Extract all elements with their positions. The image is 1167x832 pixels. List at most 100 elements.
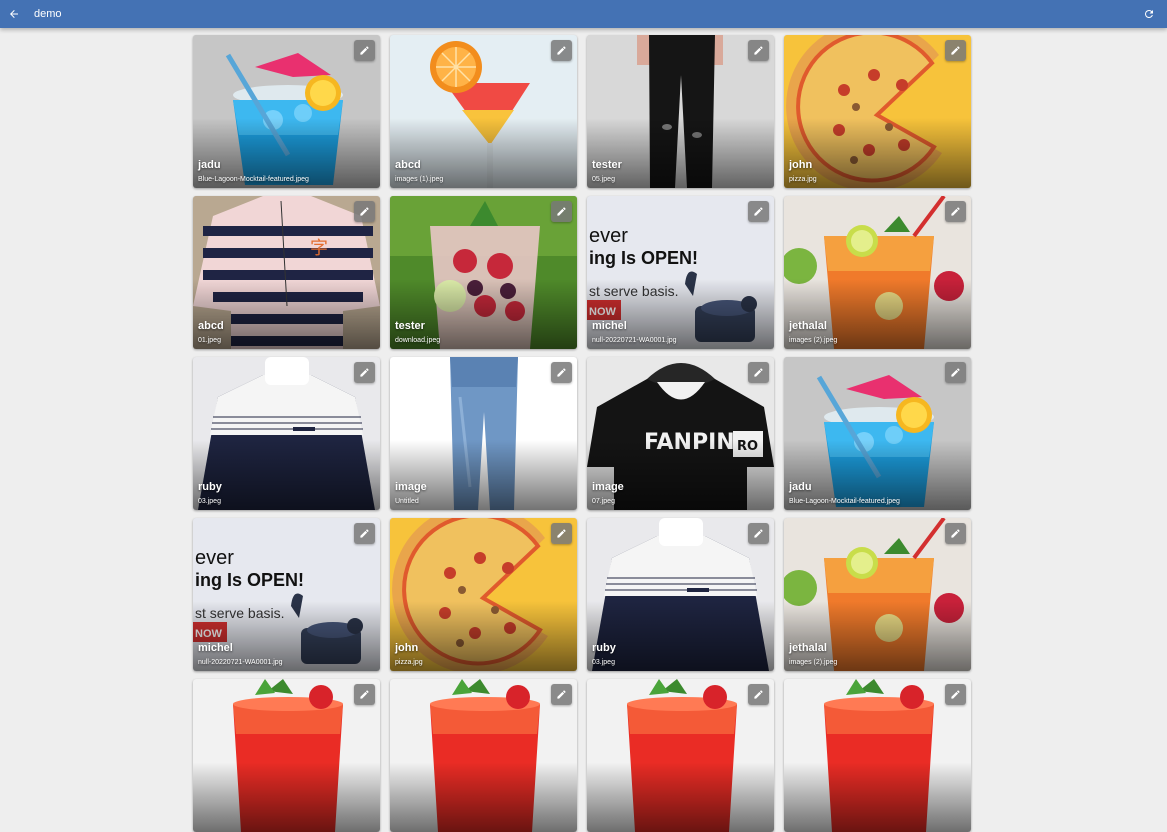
- pencil-icon: [557, 690, 566, 699]
- svg-text:ing Is OPEN!: ing Is OPEN!: [589, 248, 698, 268]
- back-button[interactable]: [2, 0, 26, 28]
- edit-button[interactable]: [748, 201, 769, 222]
- refresh-button[interactable]: [1139, 0, 1159, 28]
- image-card-2[interactable]: abcd images (1).jpeg: [390, 35, 577, 188]
- edit-button[interactable]: [748, 523, 769, 544]
- card-title: jadu: [789, 481, 812, 493]
- image-card-10[interactable]: image Untitled: [390, 357, 577, 510]
- card-title: image: [395, 481, 427, 493]
- edit-button[interactable]: [354, 684, 375, 705]
- image-card-4[interactable]: john pizza.jpg: [784, 35, 971, 188]
- card-filename: images (1).jpeg: [395, 176, 444, 183]
- card-title: abcd: [198, 320, 224, 332]
- pencil-icon: [360, 207, 369, 216]
- image-grid: jadu Blue-Lagoon-Mocktail-featured.jpeg …: [193, 35, 971, 832]
- edit-button[interactable]: [551, 362, 572, 383]
- caption-gradient: [193, 440, 380, 510]
- card-title: michel: [592, 320, 627, 332]
- image-card-14[interactable]: john pizza.jpg: [390, 518, 577, 671]
- image-card-19[interactable]: [587, 679, 774, 832]
- edit-button[interactable]: [551, 40, 572, 61]
- pencil-icon: [951, 690, 960, 699]
- image-card-17[interactable]: [193, 679, 380, 832]
- svg-text:ever: ever: [589, 225, 628, 247]
- card-filename: 03.jpeg: [592, 659, 615, 666]
- pencil-icon: [754, 529, 763, 538]
- pencil-icon: [360, 529, 369, 538]
- image-card-11[interactable]: FANPIN RO image 07.jpeg: [587, 357, 774, 510]
- edit-button[interactable]: [945, 684, 966, 705]
- pencil-icon: [360, 690, 369, 699]
- image-card-5[interactable]: 字 abcd 01.jpeg: [193, 196, 380, 349]
- pencil-icon: [951, 529, 960, 538]
- edit-button[interactable]: [945, 201, 966, 222]
- app-bar: demo: [0, 0, 1167, 28]
- image-card-18[interactable]: [390, 679, 577, 832]
- edit-button[interactable]: [354, 201, 375, 222]
- caption-gradient: [390, 762, 577, 832]
- card-title: jadu: [198, 159, 221, 171]
- caption-gradient: [587, 118, 774, 188]
- svg-text:ing Is OPEN!: ing Is OPEN!: [195, 570, 304, 590]
- edit-button[interactable]: [945, 362, 966, 383]
- pencil-icon: [557, 529, 566, 538]
- image-card-16[interactable]: jethalal images (2).jpeg: [784, 518, 971, 671]
- pencil-icon: [951, 207, 960, 216]
- edit-button[interactable]: [354, 40, 375, 61]
- card-title: ruby: [198, 481, 222, 493]
- card-filename: 03.jpeg: [198, 498, 221, 505]
- image-card-15[interactable]: ruby 03.jpeg: [587, 518, 774, 671]
- card-filename: null-20220721-WA0001.jpg: [592, 337, 677, 344]
- edit-button[interactable]: [748, 684, 769, 705]
- edit-button[interactable]: [945, 40, 966, 61]
- caption-gradient: [193, 762, 380, 832]
- refresh-icon: [1144, 9, 1153, 18]
- card-title: john: [395, 642, 419, 654]
- pencil-icon: [754, 368, 763, 377]
- pencil-icon: [557, 46, 566, 55]
- image-card-12[interactable]: jadu Blue-Lagoon-Mocktail-featured.jpeg: [784, 357, 971, 510]
- card-filename: pizza.jpg: [789, 176, 817, 183]
- image-card-9[interactable]: ruby 03.jpeg: [193, 357, 380, 510]
- card-filename: pizza.jpg: [395, 659, 423, 666]
- card-filename: 05.jpeg: [592, 176, 615, 183]
- caption-gradient: [193, 279, 380, 349]
- edit-button[interactable]: [551, 523, 572, 544]
- pencil-icon: [360, 368, 369, 377]
- card-filename: 07.jpeg: [592, 498, 615, 505]
- edit-button[interactable]: [748, 362, 769, 383]
- app-title: demo: [34, 8, 62, 20]
- arrow-left-icon: [10, 10, 18, 18]
- caption-gradient: [587, 762, 774, 832]
- svg-text:ever: ever: [195, 547, 234, 569]
- card-filename: Untitled: [395, 498, 419, 505]
- edit-button[interactable]: [945, 523, 966, 544]
- image-card-8[interactable]: jethalal images (2).jpeg: [784, 196, 971, 349]
- edit-button[interactable]: [551, 684, 572, 705]
- card-filename: images (2).jpeg: [789, 337, 838, 344]
- pencil-icon: [951, 368, 960, 377]
- card-filename: null-20220721-WA0001.jpg: [198, 659, 283, 666]
- image-card-13[interactable]: ever ing Is OPEN! st serve basis. NOW mi…: [193, 518, 380, 671]
- caption-gradient: [784, 762, 971, 832]
- card-title: tester: [395, 320, 425, 332]
- card-title: michel: [198, 642, 233, 654]
- card-filename: 01.jpeg: [198, 337, 221, 344]
- image-card-20[interactable]: [784, 679, 971, 832]
- card-filename: Blue-Lagoon-Mocktail-featured.jpeg: [789, 498, 900, 505]
- image-card-7[interactable]: ever ing Is OPEN! st serve basis. NOW mi…: [587, 196, 774, 349]
- image-card-3[interactable]: tester 05.jpeg: [587, 35, 774, 188]
- pencil-icon: [557, 207, 566, 216]
- card-filename: Blue-Lagoon-Mocktail-featured.jpeg: [198, 176, 309, 183]
- caption-gradient: [587, 601, 774, 671]
- card-filename: download.jpeg: [395, 337, 441, 344]
- edit-button[interactable]: [551, 201, 572, 222]
- edit-button[interactable]: [354, 523, 375, 544]
- image-card-6[interactable]: tester download.jpeg: [390, 196, 577, 349]
- caption-gradient: [587, 440, 774, 510]
- image-card-1[interactable]: jadu Blue-Lagoon-Mocktail-featured.jpeg: [193, 35, 380, 188]
- card-title: jethalal: [789, 642, 827, 654]
- pencil-icon: [754, 207, 763, 216]
- edit-button[interactable]: [354, 362, 375, 383]
- edit-button[interactable]: [748, 40, 769, 61]
